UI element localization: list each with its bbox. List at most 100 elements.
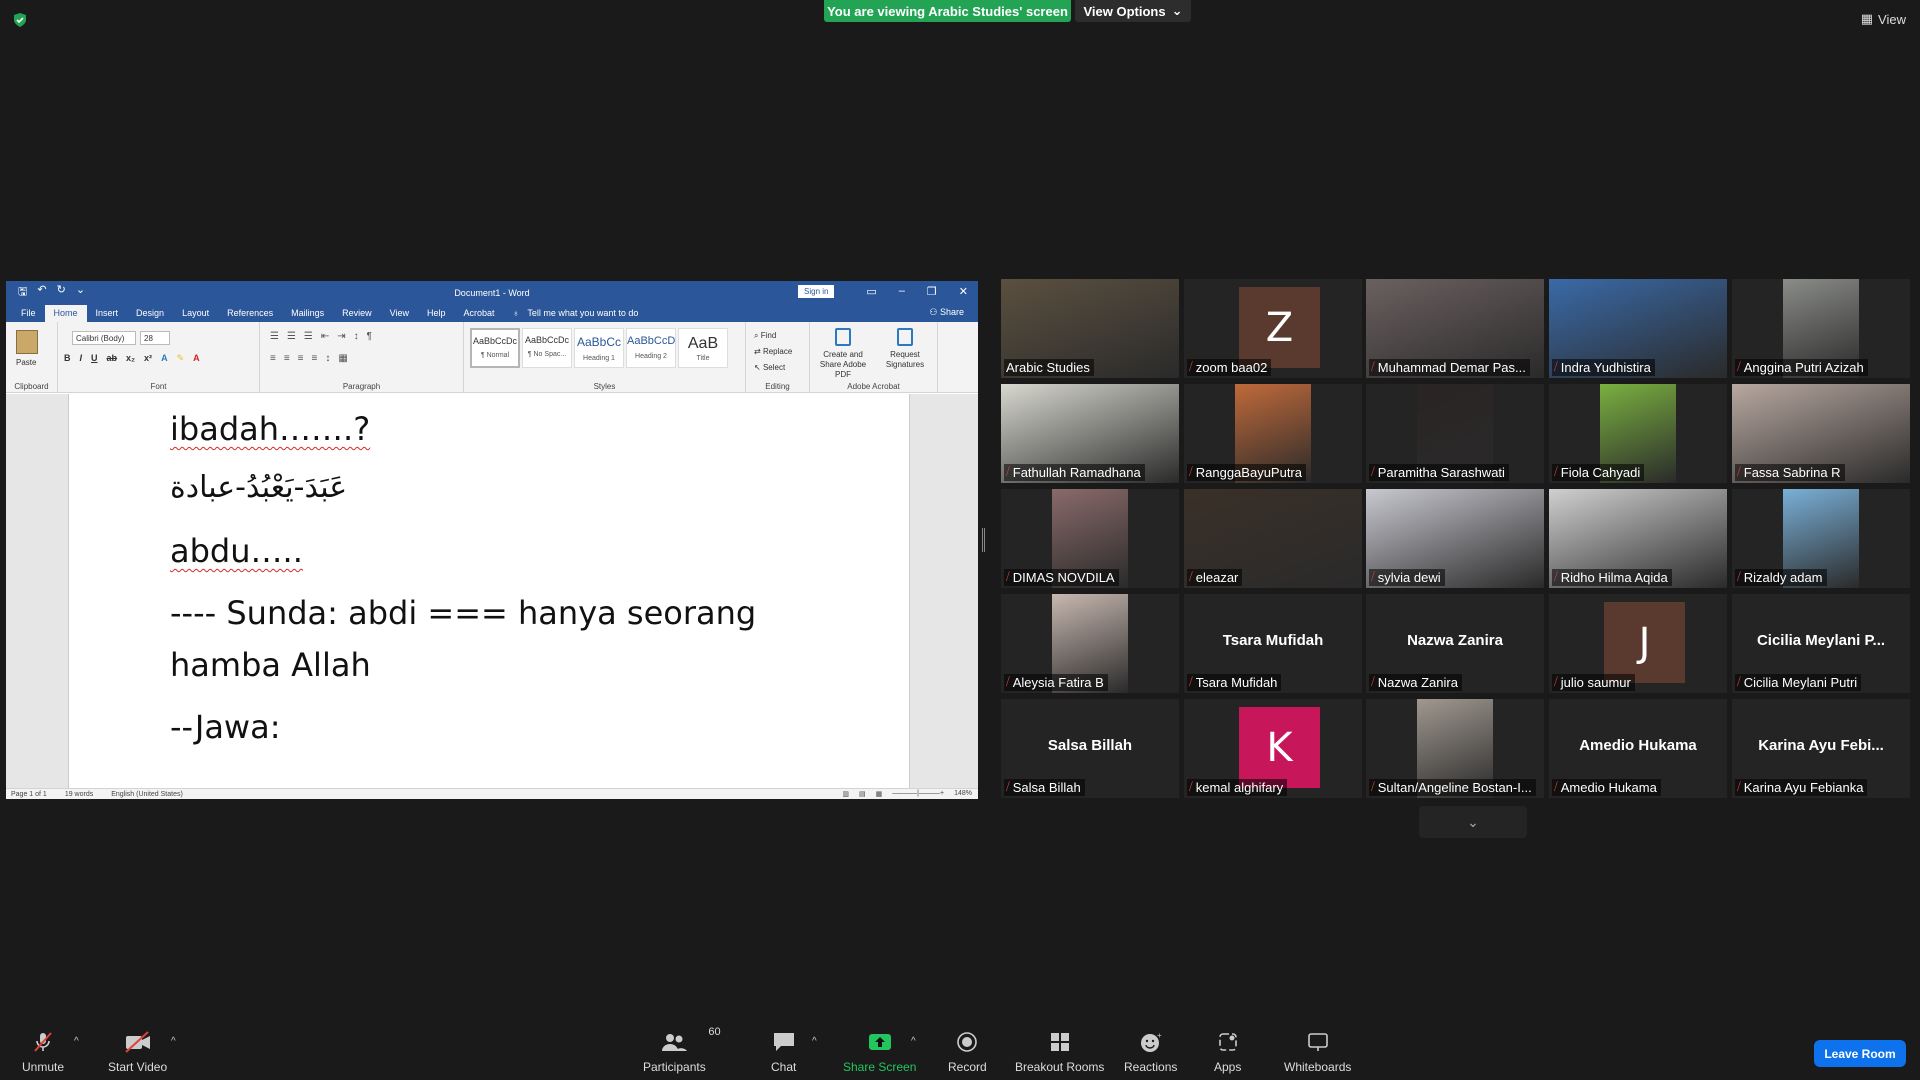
tab-view[interactable]: View (381, 305, 418, 322)
reactions-button[interactable]: + Reactions (1124, 1030, 1177, 1074)
create-pdf-button[interactable]: Create and Share Adobe PDF (812, 328, 874, 380)
participant-tile[interactable]: ⧸ Rizaldy adam (1732, 489, 1910, 588)
leave-room-button[interactable]: Leave Room (1814, 1040, 1906, 1067)
tab-layout[interactable]: Layout (173, 305, 218, 322)
tab-home[interactable]: Home (44, 305, 87, 322)
share-screen-button[interactable]: Share Screen (843, 1030, 916, 1074)
web-layout-icon[interactable]: ▦ (876, 790, 883, 798)
participant-tile[interactable]: ⧸ sylvia dewi (1366, 489, 1544, 588)
participant-tile[interactable]: Salsa Billah ⧸ Salsa Billah (1001, 699, 1179, 798)
participant-tile[interactable]: Tsara Mufidah ⧸ Tsara Mufidah (1184, 594, 1362, 693)
zoom-slider[interactable]: –———|———+ (892, 790, 944, 798)
style-no-spacing[interactable]: AaBbCcDc ¶ No Spac... (522, 328, 572, 368)
tell-me-box[interactable]: ♁ Tell me what you want to do (504, 305, 648, 322)
participant-nametag: ⧸ Nazwa Zanira (1369, 674, 1462, 691)
participant-tile[interactable]: Amedio Hukama ⧸ Amedio Hukama (1549, 699, 1727, 798)
tab-help[interactable]: Help (418, 305, 455, 322)
share-options-caret[interactable]: ^ (911, 1036, 916, 1047)
chat-options-caret[interactable]: ^ (812, 1036, 817, 1047)
participant-tile[interactable]: J ⧸ julio saumur (1549, 594, 1727, 693)
breakout-rooms-label: Breakout Rooms (1015, 1060, 1105, 1074)
bold-button[interactable]: B (64, 353, 71, 364)
underline-button[interactable]: U (91, 353, 98, 364)
shield-icon[interactable] (12, 12, 28, 28)
superscript-button[interactable]: x² (144, 353, 152, 364)
participant-tile[interactable]: ⧸ Fathullah Ramadhana (1001, 384, 1179, 483)
participant-display-name: Cicilia Meylani P... (1756, 632, 1886, 649)
tab-design[interactable]: Design (127, 305, 173, 322)
select-button[interactable]: ↖ Select (754, 360, 792, 376)
replace-button[interactable]: ⇄ Replace (754, 344, 792, 360)
participant-tile[interactable]: Z ⧸ zoom baa02 (1184, 279, 1362, 378)
align-icons[interactable]: ≡≡≡≡↕▦ (270, 353, 356, 364)
participant-tile[interactable]: ⧸ Indra Yudhistira (1549, 279, 1727, 378)
document-page[interactable]: ibadah…….? عَبَدَ-يَعْبُدُ-عبادة abdu…..… (68, 394, 910, 790)
participant-tile[interactable]: Arabic Studies (1001, 279, 1179, 378)
participant-tile[interactable]: ⧸ Ridho Hilma Aqida (1549, 489, 1727, 588)
participants-button[interactable]: 60 Participants (643, 1026, 721, 1074)
restore-icon[interactable]: ❐ (927, 285, 937, 298)
split-divider-handle[interactable] (982, 528, 985, 552)
tab-file[interactable]: File (12, 305, 45, 322)
sign-in-button[interactable]: Sign in (798, 285, 835, 298)
participant-tile[interactable]: ⧸ Paramitha Sarashwati (1366, 384, 1544, 483)
participant-tile[interactable]: ⧸ eleazar (1184, 489, 1362, 588)
paste-icon[interactable] (16, 330, 38, 354)
find-button[interactable]: ⌕ Find (754, 328, 792, 344)
record-button[interactable]: Record (948, 1030, 987, 1074)
participant-tile[interactable]: ⧸ Fassa Sabrina R (1732, 384, 1910, 483)
participant-tile[interactable]: ⧸ Sultan/Angeline Bostan-I... (1366, 699, 1544, 798)
audio-options-caret[interactable]: ^ (74, 1036, 79, 1047)
participant-tile[interactable]: ⧸ Aleysia Fatira B (1001, 594, 1179, 693)
minimize-icon[interactable]: – (899, 285, 905, 298)
list-icons[interactable]: ☰☰☰⇤⇥↕¶ (270, 331, 380, 342)
paste-label[interactable]: Paste (16, 358, 36, 367)
participant-tile[interactable]: K ⧸ kemal alghifary (1184, 699, 1362, 798)
strikethrough-button[interactable]: ab (107, 353, 118, 364)
italic-button[interactable]: I (80, 353, 83, 364)
group-paragraph: ☰☰☰⇤⇥↕¶ ≡≡≡≡↕▦ Paragraph (260, 322, 464, 393)
style-heading-2[interactable]: AaBbCcD Heading 2 (626, 328, 676, 368)
font-name-select[interactable]: Calibri (Body) (72, 331, 136, 345)
whiteboards-button[interactable]: Whiteboards (1284, 1030, 1351, 1074)
participant-display-name: Amedio Hukama (1579, 737, 1697, 754)
print-layout-icon[interactable]: ▤ (859, 790, 866, 798)
read-mode-icon[interactable]: ▥ (842, 790, 849, 798)
highlight-icon[interactable]: ✎ (177, 353, 185, 364)
font-size-select[interactable]: 28 (140, 331, 170, 345)
video-options-caret[interactable]: ^ (171, 1036, 176, 1047)
mic-muted-icon: ⧸ (1189, 571, 1193, 583)
share-button[interactable]: ⚇ Share (929, 307, 964, 318)
view-options-button[interactable]: View Options ⌄ (1075, 0, 1191, 22)
ribbon-display-icon[interactable]: ▭ (866, 285, 876, 298)
style-heading-1[interactable]: AaBbCc Heading 1 (574, 328, 624, 368)
unmute-button[interactable]: Unmute (22, 1030, 64, 1074)
style-normal[interactable]: AaBbCcDc ¶ Normal (470, 328, 520, 368)
subscript-button[interactable]: x₂ (126, 353, 135, 364)
participant-tile[interactable]: ⧸ DIMAS NOVDILA (1001, 489, 1179, 588)
tab-insert[interactable]: Insert (87, 305, 128, 322)
participant-tile[interactable]: Nazwa Zanira ⧸ Nazwa Zanira (1366, 594, 1544, 693)
style-title[interactable]: AaB Title (678, 328, 728, 368)
tab-acrobat[interactable]: Acrobat (455, 305, 504, 322)
text-effects-icon[interactable]: A (161, 353, 168, 364)
participant-tile[interactable]: ⧸ Anggina Putri Azizah (1732, 279, 1910, 378)
participant-tile[interactable]: Cicilia Meylani P... ⧸ Cicilia Meylani Put… (1732, 594, 1910, 693)
participant-tile[interactable]: ⧸ Fiola Cahyadi (1549, 384, 1727, 483)
breakout-rooms-button[interactable]: Breakout Rooms (1015, 1030, 1104, 1074)
tab-review[interactable]: Review (333, 305, 381, 322)
participant-tile[interactable]: ⧸ RanggaBayuPutra (1184, 384, 1362, 483)
tab-references[interactable]: References (218, 305, 282, 322)
participant-tile[interactable]: ⧸ Muhammad Demar Pas... (1366, 279, 1544, 378)
start-video-button[interactable]: Start Video (108, 1030, 167, 1074)
tab-mailings[interactable]: Mailings (282, 305, 333, 322)
font-color-icon[interactable]: A (193, 353, 200, 364)
apps-button[interactable]: Apps (1214, 1030, 1241, 1074)
request-signatures-button[interactable]: Request Signatures (874, 328, 936, 370)
view-button[interactable]: ▦ View (1861, 11, 1906, 27)
gallery-next-page-button[interactable]: ⌄ (1419, 806, 1527, 838)
close-icon[interactable]: ✕ (959, 285, 968, 298)
apps-label: Apps (1214, 1060, 1242, 1074)
participant-tile[interactable]: Karina Ayu Febi... ⧸ Karina Ayu Febianka (1732, 699, 1910, 798)
chat-button[interactable]: Chat (771, 1030, 796, 1074)
